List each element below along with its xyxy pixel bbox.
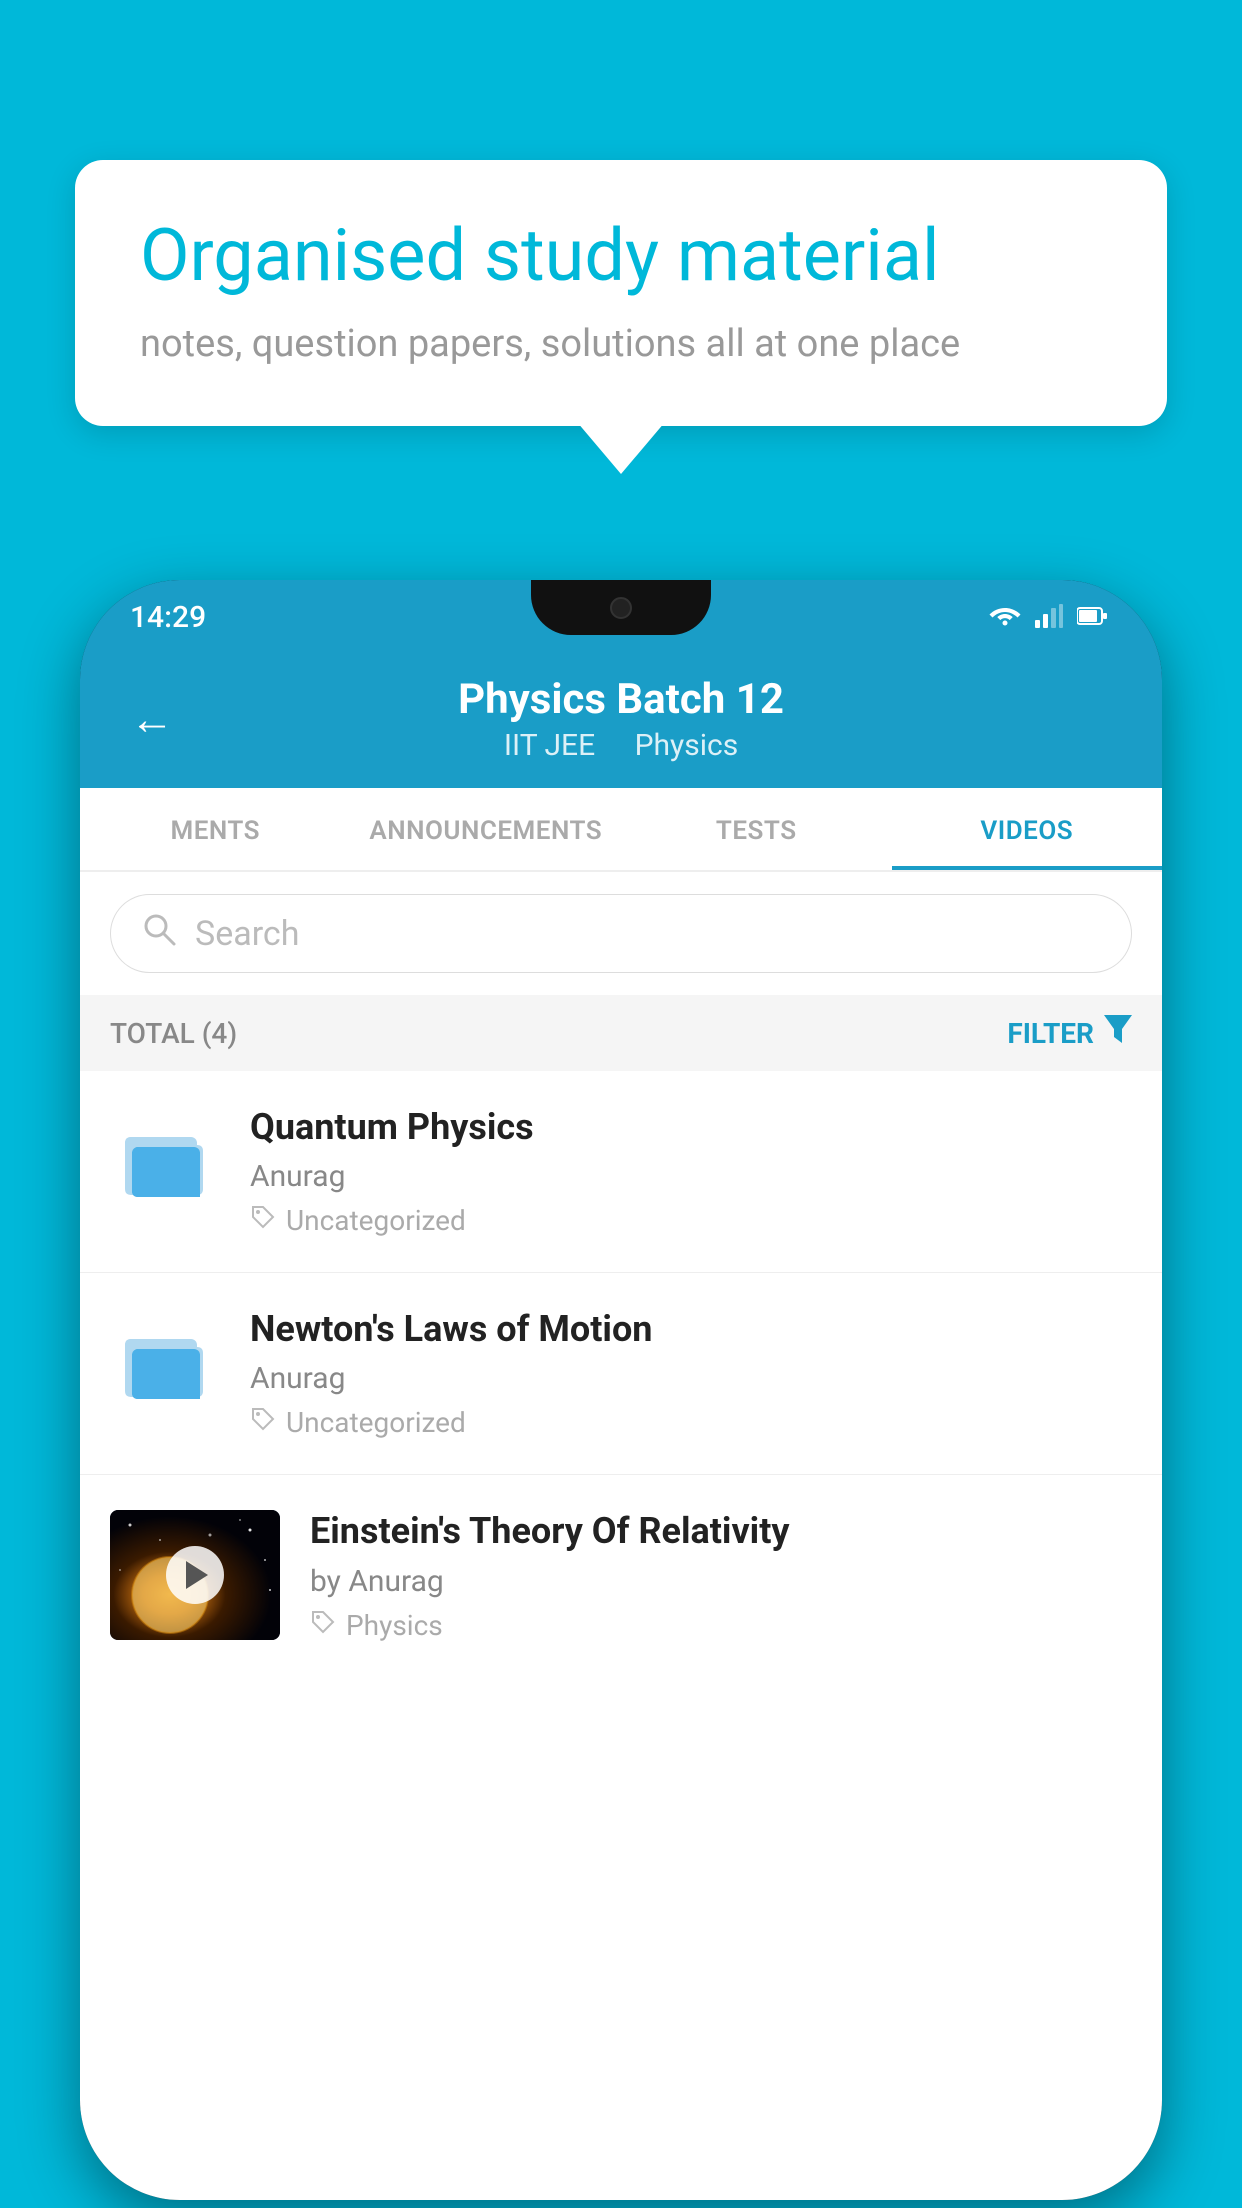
video-author: by Anurag <box>310 1564 1132 1599</box>
bubble-subtitle: notes, question papers, solutions all at… <box>140 322 1102 366</box>
tab-videos[interactable]: VIDEOS <box>892 788 1163 870</box>
folder-icon-wrap <box>110 1106 220 1216</box>
speech-bubble: Organised study material notes, question… <box>75 160 1167 426</box>
status-time: 14:29 <box>130 600 206 635</box>
video-title: Einstein's Theory Of Relativity <box>310 1510 1132 1553</box>
tag-icon <box>250 1204 276 1237</box>
filter-button[interactable]: FILTER <box>1007 1015 1132 1051</box>
search-icon <box>141 911 177 956</box>
tab-ments[interactable]: MENTS <box>80 788 351 870</box>
total-count: TOTAL (4) <box>110 1017 237 1050</box>
folder-icon-wrap <box>110 1308 220 1418</box>
wifi-icon <box>989 602 1021 633</box>
thumbnail-placeholder <box>110 1510 280 1640</box>
tab-bar: MENTS ANNOUNCEMENTS TESTS VIDEOS <box>80 788 1162 872</box>
search-placeholder: Search <box>195 914 299 954</box>
bubble-title: Organised study material <box>140 215 1102 298</box>
camera <box>610 597 632 619</box>
tag-icon <box>310 1609 336 1642</box>
status-bar: 14:29 <box>80 580 1162 655</box>
back-button[interactable]: ← <box>130 693 174 745</box>
search-bar[interactable]: Search <box>110 894 1132 973</box>
filter-label: FILTER <box>1007 1017 1094 1050</box>
video-title: Newton's Laws of Motion <box>250 1308 1132 1351</box>
tag-label: Uncategorized <box>286 1406 466 1439</box>
video-author: Anurag <box>250 1361 1132 1396</box>
filter-bar: TOTAL (4) FILTER <box>80 995 1162 1071</box>
list-item[interactable]: Quantum Physics Anurag Uncategorized <box>80 1071 1162 1273</box>
video-author: Anurag <box>250 1159 1132 1194</box>
tag-label: Physics <box>346 1609 443 1642</box>
video-tag: Uncategorized <box>250 1204 1132 1237</box>
phone-frame: 14:29 <box>80 580 1162 2200</box>
list-item[interactable]: Einstein's Theory Of Relativity by Anura… <box>80 1475 1162 1676</box>
folder-icon <box>120 1321 210 1406</box>
header-center: Physics Batch 12 IIT JEE Physics <box>204 675 1038 763</box>
header-title: Physics Batch 12 <box>204 675 1038 724</box>
app-header: ← Physics Batch 12 IIT JEE Physics <box>80 655 1162 788</box>
subtitle-physics: Physics <box>635 728 739 763</box>
tab-announcements[interactable]: ANNOUNCEMENTS <box>351 788 622 870</box>
folder-icon <box>120 1119 210 1204</box>
subtitle-iitjee: IIT JEE <box>504 728 595 763</box>
play-button[interactable] <box>166 1546 224 1604</box>
list-item[interactable]: Newton's Laws of Motion Anurag Uncategor… <box>80 1273 1162 1475</box>
video-title: Quantum Physics <box>250 1106 1132 1149</box>
tag-label: Uncategorized <box>286 1204 466 1237</box>
video-tag: Physics <box>310 1609 1132 1642</box>
signal-icon <box>1035 604 1063 632</box>
status-icons <box>989 602 1107 633</box>
tag-icon <box>250 1406 276 1439</box>
notch <box>531 580 711 635</box>
search-container: Search <box>80 872 1162 995</box>
tab-tests[interactable]: TESTS <box>621 788 892 870</box>
video-info: Newton's Laws of Motion Anurag Uncategor… <box>250 1308 1132 1439</box>
header-subtitle: IIT JEE Physics <box>204 728 1038 763</box>
filter-icon <box>1104 1015 1132 1051</box>
play-triangle <box>186 1561 208 1589</box>
video-info: Quantum Physics Anurag Uncategorized <box>250 1106 1132 1237</box>
video-tag: Uncategorized <box>250 1406 1132 1439</box>
video-info: Einstein's Theory Of Relativity by Anura… <box>310 1510 1132 1641</box>
video-list: Quantum Physics Anurag Uncategorized <box>80 1071 1162 2200</box>
video-thumbnail <box>110 1510 280 1640</box>
battery-icon <box>1077 606 1107 630</box>
